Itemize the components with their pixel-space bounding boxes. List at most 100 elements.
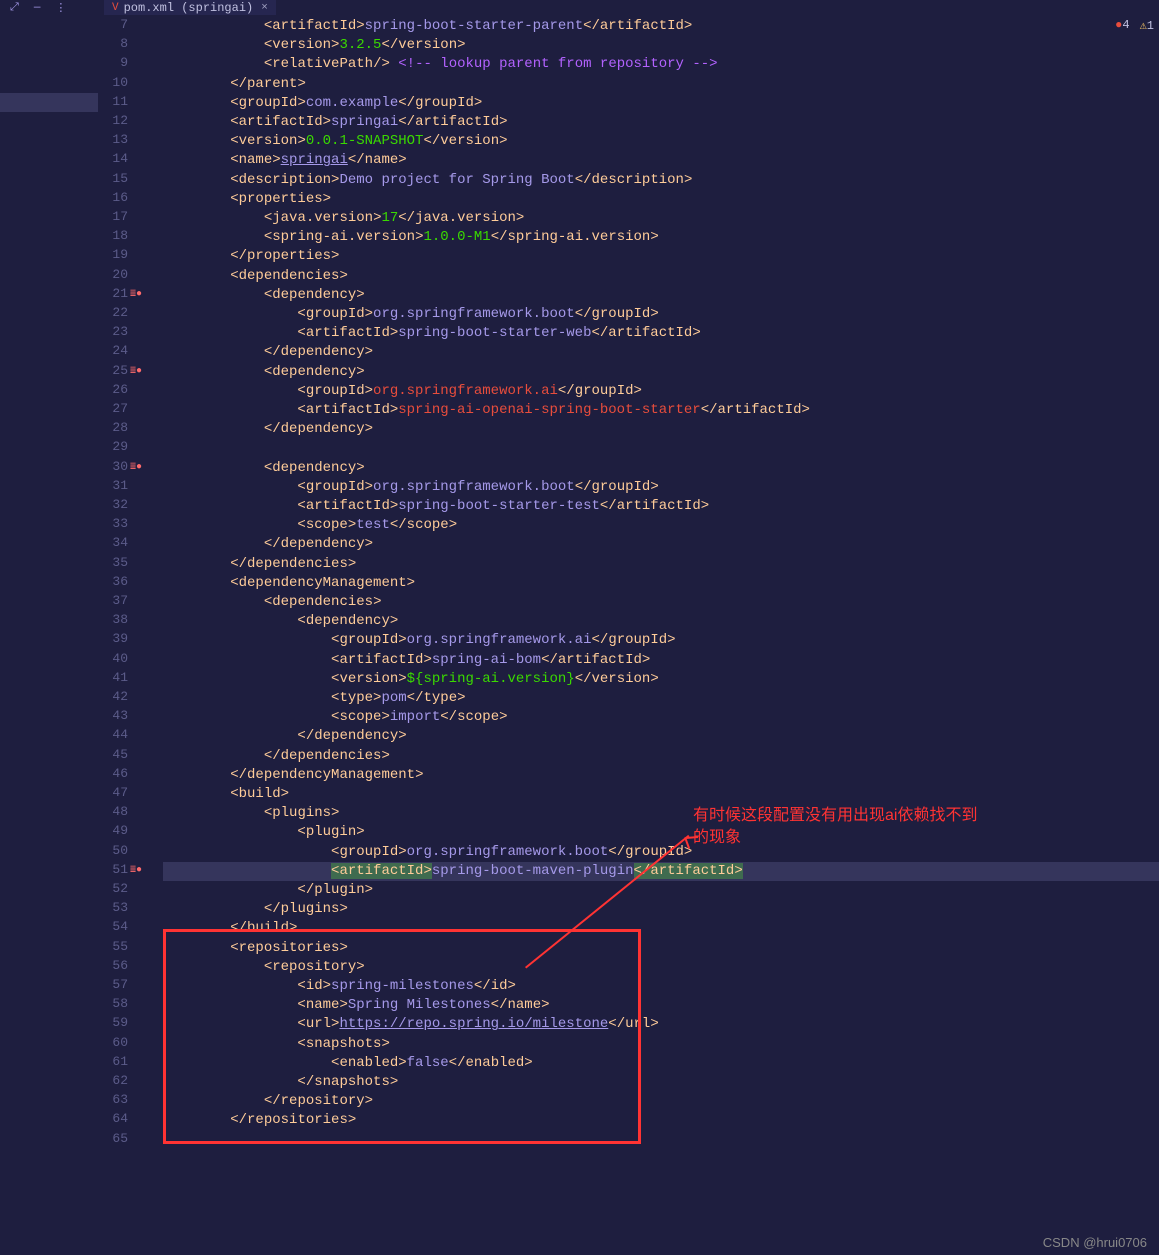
code-line[interactable]: <dependency> [163, 363, 365, 382]
code-line[interactable]: </repositories> [163, 1111, 356, 1130]
code-line[interactable]: <enabled>false</enabled> [163, 1054, 533, 1073]
code-line[interactable]: <groupId>org.springframework.boot</group… [163, 478, 659, 497]
code-line[interactable]: <groupId>org.springframework.boot</group… [163, 843, 692, 862]
close-icon[interactable]: × [261, 2, 268, 14]
line-number: 34 [98, 535, 128, 550]
code-line[interactable]: <groupId>org.springframework.ai</groupId… [163, 631, 676, 650]
code-line[interactable]: <dependency> [163, 612, 398, 631]
code-line[interactable]: <groupId>org.springframework.ai</groupId… [163, 382, 642, 401]
line-number: 33 [98, 516, 128, 531]
line-number: 44 [98, 727, 128, 742]
code-line[interactable]: <properties> [163, 190, 331, 209]
line-number: 32 [98, 497, 128, 512]
code-line[interactable]: <version>${spring-ai.version}</version> [163, 670, 659, 689]
code-line[interactable]: </dependencies> [163, 555, 356, 574]
line-gutter[interactable]: 789101112131415161718192021≣●22232425≣●2… [98, 15, 163, 1255]
code-line[interactable]: <version>0.0.1-SNAPSHOT</version> [163, 132, 508, 151]
gutter-dependency-icon[interactable]: ≣● [130, 365, 142, 377]
code-line[interactable]: </dependency> [163, 420, 373, 439]
code-line[interactable]: <relativePath/> <!-- lookup parent from … [163, 55, 718, 74]
code-line[interactable]: <name>springai</name> [163, 151, 407, 170]
code-line[interactable]: </build> [163, 919, 297, 938]
line-number: 65 [98, 1131, 128, 1146]
project-sidebar[interactable] [0, 15, 98, 1255]
code-line[interactable]: <build> [163, 785, 289, 804]
code-line[interactable]: <java.version>17</java.version> [163, 209, 524, 228]
maven-file-icon: V [112, 2, 119, 14]
code-line[interactable]: <dependency> [163, 459, 365, 478]
code-line[interactable]: <description>Demo project for Spring Boo… [163, 171, 692, 190]
code-line[interactable]: </dependencyManagement> [163, 766, 423, 785]
code-line[interactable]: <artifactId>spring-boot-starter-test</ar… [163, 497, 709, 516]
code-line[interactable]: <artifactId>springai</artifactId> [163, 113, 508, 132]
code-line[interactable]: <repositories> [163, 939, 348, 958]
watermark: CSDN @hrui0706 [1043, 1235, 1147, 1250]
gutter-dependency-icon[interactable]: ≣● [130, 864, 142, 876]
code-line[interactable]: <spring-ai.version>1.0.0-M1</spring-ai.v… [163, 228, 659, 247]
line-number: 24 [98, 343, 128, 358]
line-number: 52 [98, 881, 128, 896]
line-number: 58 [98, 996, 128, 1011]
code-line[interactable]: </plugin> [163, 881, 373, 900]
code-line[interactable]: <repository> [163, 958, 365, 977]
code-line[interactable]: </properties> [163, 247, 339, 266]
annotation-text: 有时候这段配置没有用出现ai依赖找不到 的现象 [693, 805, 977, 849]
more-icon[interactable]: ⋮ [55, 1, 66, 15]
line-number: 17 [98, 209, 128, 224]
warning-icon: ⚠ [1140, 19, 1147, 33]
sidebar-item[interactable] [0, 93, 98, 112]
code-line[interactable]: <artifactId>spring-boot-maven-plugin</ar… [163, 862, 1159, 881]
code-line[interactable]: <plugin> [163, 823, 365, 842]
code-line[interactable]: <type>pom</type> [163, 689, 466, 708]
code-line[interactable]: <scope>test</scope> [163, 516, 457, 535]
code-line[interactable]: <id>spring-milestones</id> [163, 977, 516, 996]
code-line[interactable]: <snapshots> [163, 1035, 390, 1054]
line-number: 42 [98, 689, 128, 704]
code-line[interactable]: <dependency> [163, 286, 365, 305]
code-line[interactable]: <url>https://repo.spring.io/milestone</u… [163, 1015, 659, 1034]
line-number: 50 [98, 843, 128, 858]
code-line[interactable]: </repository> [163, 1092, 373, 1111]
code-line[interactable]: </dependency> [163, 535, 373, 554]
line-number: 64 [98, 1111, 128, 1126]
code-line[interactable]: </dependency> [163, 343, 373, 362]
gutter-dependency-icon[interactable]: ≣● [130, 288, 142, 300]
status-indicators[interactable]: ●4 ⚠1 [1115, 18, 1154, 33]
line-number: 53 [98, 900, 128, 915]
code-line[interactable]: <name>Spring Milestones</name> [163, 996, 550, 1015]
tab-label: pom.xml (springai) [124, 1, 254, 15]
code-line[interactable]: <plugins> [163, 804, 339, 823]
code-line[interactable]: </snapshots> [163, 1073, 398, 1092]
code-line[interactable]: </dependencies> [163, 747, 390, 766]
code-line[interactable]: <artifactId>spring-boot-starter-parent</… [163, 17, 692, 36]
line-number: 57 [98, 977, 128, 992]
code-line[interactable]: </dependency> [163, 727, 407, 746]
line-number: 16 [98, 190, 128, 205]
resize-icon[interactable]: ⤢ [10, 2, 19, 14]
line-number: 30 [98, 459, 128, 474]
code-editor[interactable]: <artifactId>spring-boot-starter-parent</… [163, 15, 1159, 1255]
gutter-dependency-icon[interactable]: ≣● [130, 461, 142, 473]
code-line[interactable]: <groupId>org.springframework.boot</group… [163, 305, 659, 324]
line-number: 15 [98, 171, 128, 186]
editor-tab[interactable]: V pom.xml (springai) × [104, 0, 276, 15]
code-line[interactable]: <dependencies> [163, 267, 348, 286]
code-line[interactable]: <artifactId>spring-ai-bom</artifactId> [163, 651, 650, 670]
line-number: 40 [98, 651, 128, 666]
line-number: 60 [98, 1035, 128, 1050]
code-line[interactable]: <scope>import</scope> [163, 708, 508, 727]
line-number: 10 [98, 75, 128, 90]
code-line[interactable]: <version>3.2.5</version> [163, 36, 466, 55]
code-line[interactable]: <groupId>com.example</groupId> [163, 94, 482, 113]
minimize-icon[interactable]: — [34, 2, 41, 14]
line-number: 28 [98, 420, 128, 435]
code-line[interactable]: <artifactId>spring-ai-openai-spring-boot… [163, 401, 810, 420]
code-line[interactable]: <artifactId>spring-boot-starter-web</art… [163, 324, 701, 343]
code-line[interactable]: <dependencyManagement> [163, 574, 415, 593]
line-number: 59 [98, 1015, 128, 1030]
code-line[interactable]: </parent> [163, 75, 306, 94]
code-line[interactable]: </plugins> [163, 900, 348, 919]
line-number: 41 [98, 670, 128, 685]
code-line[interactable]: <dependencies> [163, 593, 381, 612]
line-number: 36 [98, 574, 128, 589]
